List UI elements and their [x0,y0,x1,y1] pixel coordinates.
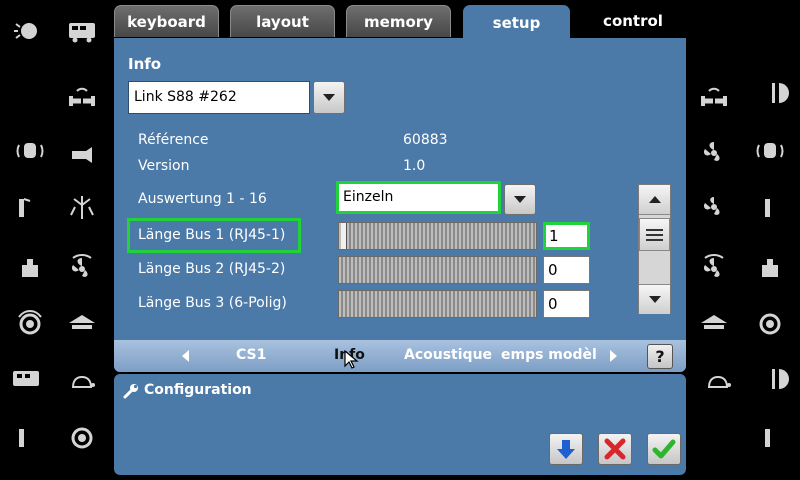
subnav-bar: CS1 Info Acoustique emps modèl ? [114,340,686,372]
coupling-icon[interactable] [64,86,100,116]
subnav-item-temps-modele[interactable]: emps modèl [501,347,597,363]
light-half-icon[interactable] [758,78,794,108]
arrow-down-icon [557,440,575,459]
ventilator-icon[interactable] [696,136,732,166]
ventilator-icon[interactable] [696,192,732,222]
cab-signal-icon[interactable] [12,136,48,166]
bus3-label: Länge Bus 3 (6-Polig) [138,295,287,311]
light-icon[interactable] [8,16,44,46]
slider-thumb[interactable] [341,223,347,249]
version-value: 1.0 [403,158,426,174]
evaluation-label: Auswertung 1 - 16 [138,191,267,207]
pantograph-icon[interactable] [6,422,42,452]
rail-icon[interactable] [8,364,44,394]
version-label: Version [138,158,190,174]
next-arrow-icon[interactable] [610,350,617,362]
reference-label: Référence [138,132,209,148]
scroll-down-button[interactable] [639,284,670,314]
crane-icon[interactable] [12,252,48,282]
info-title: Info [128,55,162,73]
wrench-icon [123,384,138,399]
ventilator-icon[interactable] [696,252,732,282]
scroll-thumb[interactable] [639,218,670,251]
close-icon [604,438,626,460]
bus2-slider[interactable] [338,256,537,284]
scroll-up-button[interactable] [639,185,670,215]
pantograph-icon[interactable] [6,192,42,222]
coupling-icon[interactable] [696,86,732,116]
bus1-label: Länge Bus 1 (RJ45-1) [138,227,286,243]
bell-ring-icon[interactable] [64,422,100,452]
bell-icon[interactable] [12,308,48,338]
configuration-title: Configuration [144,382,252,398]
turtle-icon[interactable] [700,368,736,398]
subnav-item-cs1[interactable]: CS1 [236,347,266,363]
bus2-label: Länge Bus 2 (RJ45-2) [138,261,286,277]
pantograph-icon[interactable] [752,192,788,222]
tab-setup[interactable]: setup [463,5,570,41]
horn-icon[interactable] [64,140,100,170]
info-panel: Info Link S88 #262 Référence 60883 Versi… [114,38,686,372]
download-button[interactable] [549,433,583,465]
bus2-input[interactable]: 0 [543,256,590,284]
reference-value: 60883 [403,132,448,148]
confirm-button[interactable] [647,433,681,465]
bus3-input[interactable]: 0 [543,290,590,318]
rail-icon[interactable] [752,422,788,452]
ventilator-icon[interactable] [64,252,100,282]
light-half-icon[interactable] [758,364,794,394]
cancel-button[interactable] [598,433,632,465]
prev-arrow-icon[interactable] [182,350,189,362]
turtle-icon[interactable] [64,368,100,398]
help-button[interactable]: ? [647,344,673,369]
device-select[interactable]: Link S88 #262 [128,81,310,114]
tab-layout[interactable]: layout [230,5,335,37]
tab-control[interactable]: control [580,5,686,37]
vault-icon[interactable] [64,308,100,338]
bell-ring-icon[interactable] [752,308,788,338]
tab-memory[interactable]: memory [346,5,451,37]
crane-icon[interactable] [752,252,788,282]
device-dropdown-button[interactable] [313,81,345,114]
cab-signal-icon[interactable] [752,136,788,166]
checkmark-icon [652,439,676,459]
smoke-icon[interactable] [64,192,100,222]
evaluation-dropdown-button[interactable] [504,184,536,215]
tab-keyboard[interactable]: keyboard [114,5,219,37]
evaluation-select[interactable]: Einzeln [336,181,501,214]
bus1-slider[interactable] [338,222,537,250]
locomotive-icon[interactable] [64,16,100,46]
bus1-input[interactable]: 1 [543,222,590,250]
vault-icon[interactable] [696,308,732,338]
scrollbar[interactable] [638,184,671,314]
subnav-item-acoustique[interactable]: Acoustique [404,347,492,363]
configuration-panel: Configuration [114,374,686,475]
bus3-slider[interactable] [338,290,537,318]
mouse-cursor-icon [344,350,359,369]
